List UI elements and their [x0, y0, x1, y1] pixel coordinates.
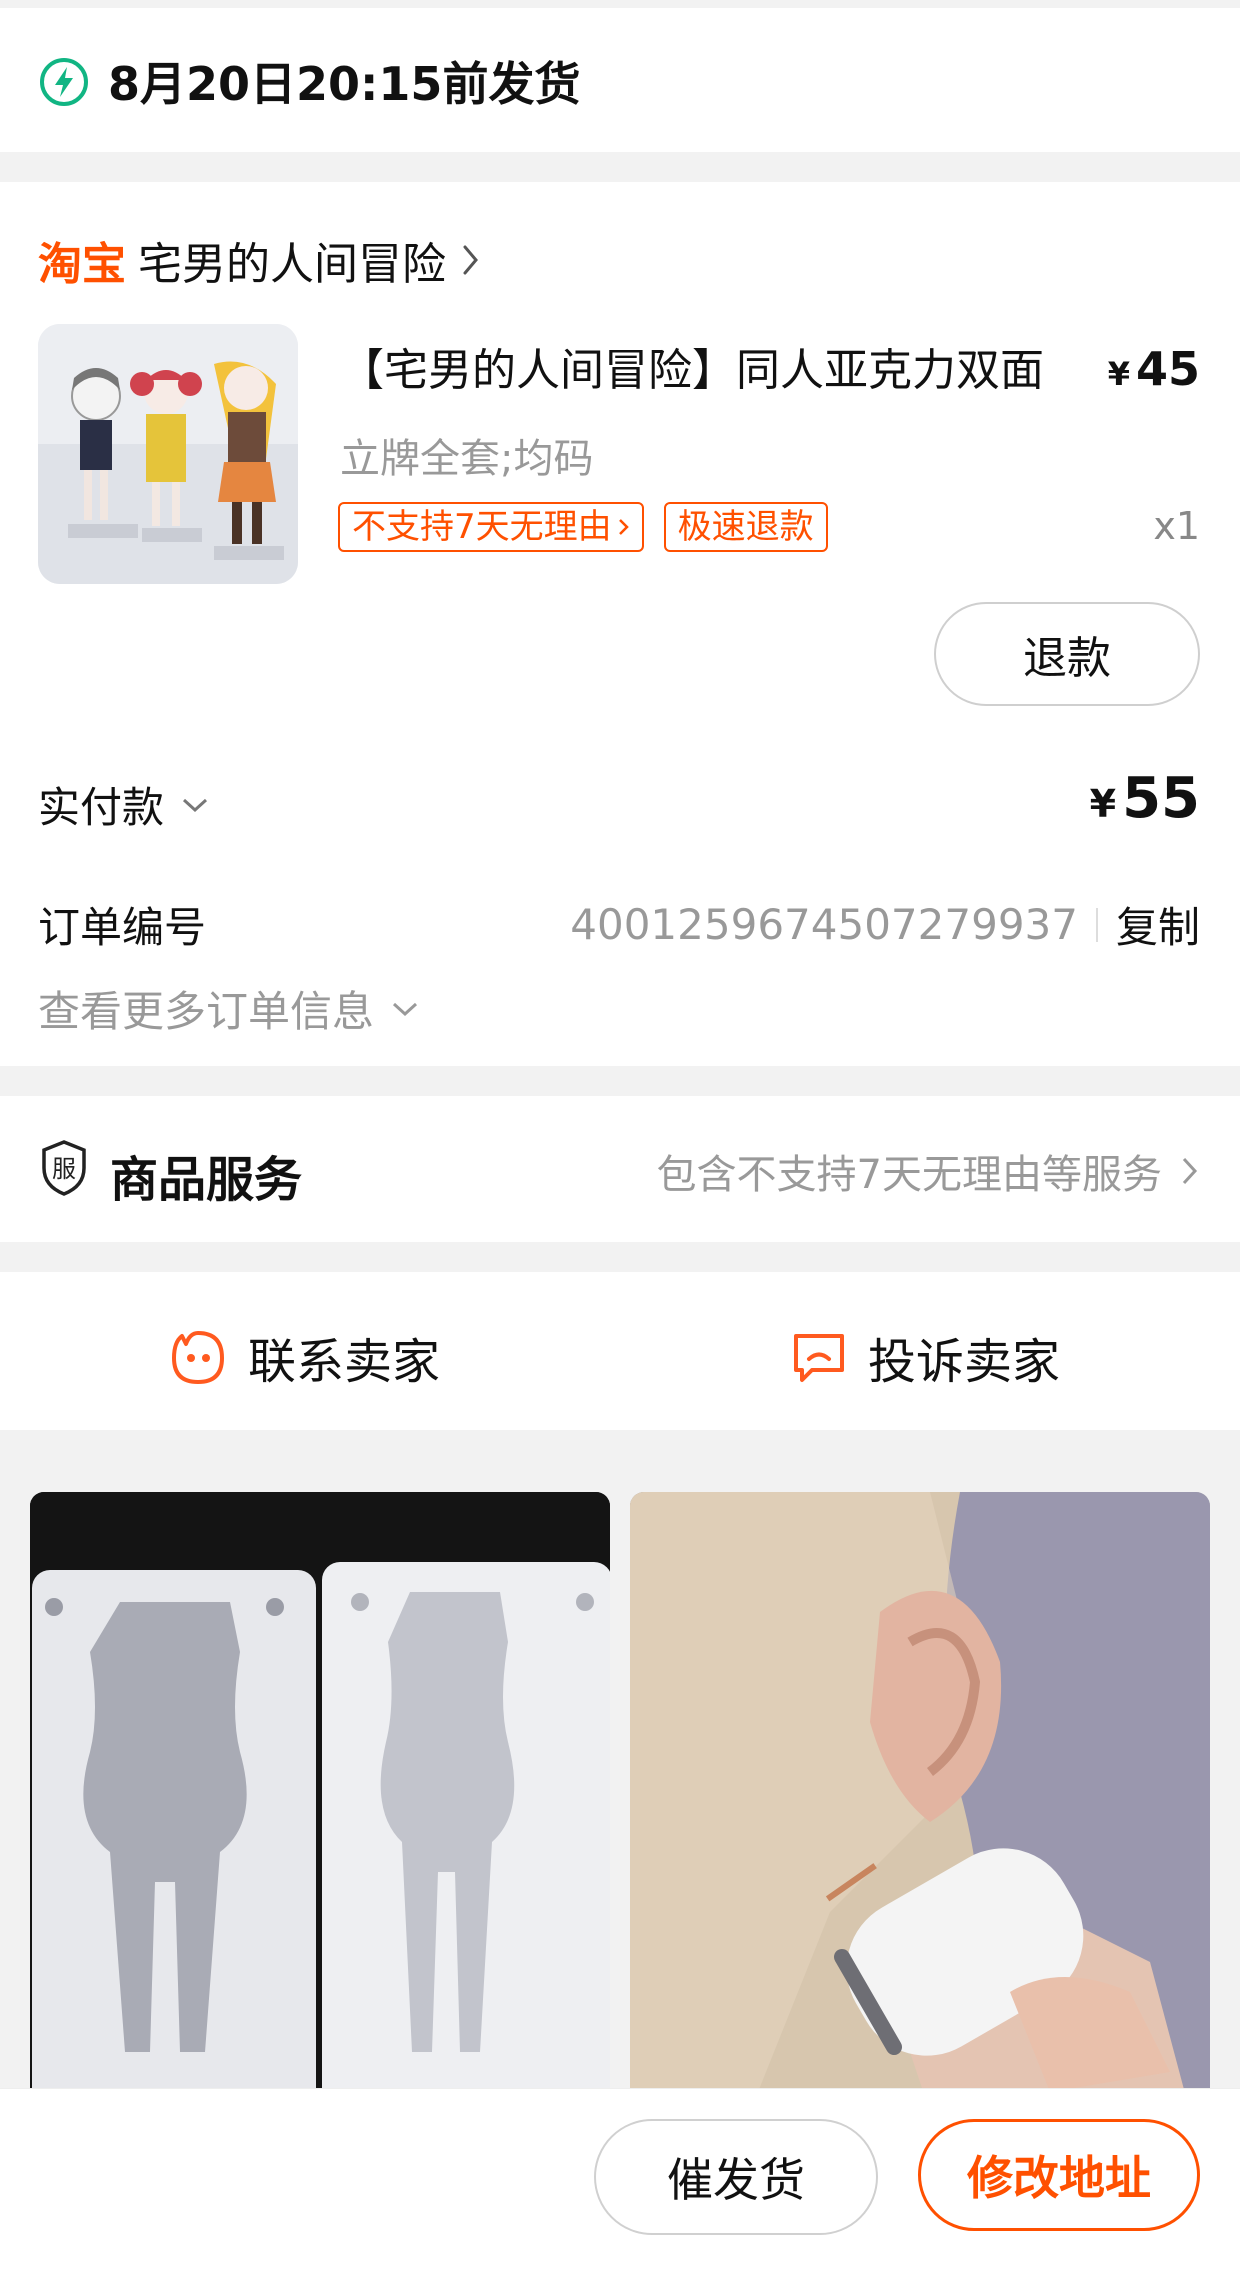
svg-text:服: 服 — [52, 1155, 76, 1183]
bottom-action-bar: 催发货 修改地址 — [0, 2088, 1240, 2281]
recommendation-card-left[interactable] — [30, 1492, 610, 2112]
order-number-row: 4001259674507279937 复制 — [570, 894, 1200, 955]
recommended-product-image — [630, 1492, 1210, 2112]
service-title: 商品服务 — [110, 1152, 303, 1208]
chevron-right-icon — [618, 519, 629, 535]
product-image — [38, 324, 298, 584]
chat-face-icon — [172, 1331, 224, 1384]
change-address-button[interactable]: 修改地址 — [918, 2119, 1200, 2231]
taobao-logo: 淘宝 — [38, 239, 126, 290]
urge-shipment-button[interactable]: 催发货 — [594, 2119, 878, 2235]
service-description: 包含不支持7天无理由等服务 — [657, 1142, 1200, 1200]
complain-seller-button[interactable]: 投诉卖家 — [790, 1322, 1060, 1392]
order-number-value: 4001259674507279937 — [570, 900, 1078, 949]
copy-button[interactable]: 复制 — [1116, 894, 1200, 955]
no-7day-return-tag[interactable]: 不支持7天无理由 — [338, 502, 644, 552]
product-title[interactable]: 【宅男的人间冒险】同人亚克力双面 — [340, 344, 1080, 398]
chevron-right-icon — [1182, 1157, 1198, 1185]
seller-actions-card: 联系卖家 投诉卖家 — [0, 1272, 1240, 1430]
product-service-card[interactable]: 服 商品服务 包含不支持7天无理由等服务 — [0, 1096, 1240, 1242]
order-card: 淘宝 宅男的人间冒险 【宅男的人间冒险】同人亚克力双面 ¥ 45 立牌全套;均码… — [0, 182, 1240, 1066]
chevron-right-icon — [463, 245, 478, 275]
divider — [1095, 907, 1098, 942]
contact-seller-button[interactable]: 联系卖家 — [168, 1322, 440, 1392]
paid-label: 实付款 — [38, 783, 165, 832]
refund-button[interactable]: 退款 — [934, 602, 1200, 706]
product-thumbnail[interactable] — [38, 324, 298, 584]
recommendation-card-right[interactable] — [630, 1492, 1210, 2112]
product-tags: 不支持7天无理由 极速退款 — [338, 502, 828, 552]
paid-amount-toggle[interactable]: 实付款 — [38, 774, 210, 835]
chevron-down-icon — [183, 798, 208, 812]
shipping-status-card: 8月20日20:15前发货 — [0, 8, 1240, 152]
service-shield-icon: 服 — [42, 1140, 86, 1196]
shipping-deadline: 8月20日20:15前发货 — [108, 57, 581, 111]
chevron-down-icon — [393, 1002, 418, 1016]
fast-refund-tag: 极速退款 — [663, 502, 828, 552]
order-number-label: 订单编号 — [38, 903, 207, 952]
store-row[interactable]: 淘宝 宅男的人间冒险 — [38, 230, 482, 290]
lightning-icon — [40, 58, 88, 106]
product-sku: 立牌全套;均码 — [340, 436, 594, 482]
complaint-chat-icon — [794, 1334, 844, 1382]
product-quantity: x1 — [1153, 504, 1200, 548]
product-price: ¥45 — [1107, 342, 1200, 396]
recommended-product-image — [30, 1492, 610, 2112]
store-name: 宅男的人间冒险 — [138, 239, 446, 290]
paid-amount: ¥55 — [1089, 766, 1200, 831]
more-order-info-toggle[interactable]: 查看更多订单信息 — [38, 978, 420, 1039]
